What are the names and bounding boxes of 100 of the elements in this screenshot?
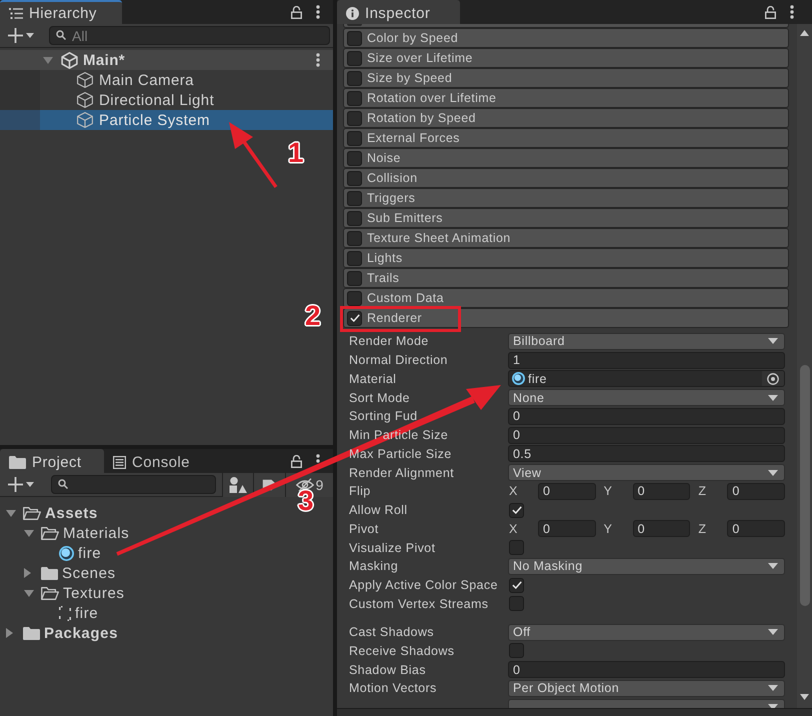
checkbox[interactable] [347, 190, 362, 206]
number-field[interactable]: 0 [508, 426, 785, 444]
module-header[interactable]: External Forces [343, 128, 789, 148]
checkbox[interactable] [347, 230, 362, 246]
number-field[interactable]: 0 [508, 408, 785, 425]
checkbox[interactable] [509, 596, 524, 612]
checkbox[interactable] [347, 130, 362, 146]
expanded-triangle-icon[interactable] [43, 56, 53, 64]
checkbox[interactable] [347, 310, 362, 326]
more-icon[interactable] [790, 5, 794, 19]
number-field[interactable]: 0 [632, 482, 690, 500]
scrollbar-thumb[interactable] [800, 365, 810, 606]
folder-icon [41, 566, 58, 580]
lock-icon[interactable] [291, 6, 302, 18]
more-icon[interactable] [316, 53, 320, 67]
tree-item[interactable]: Textures [41, 584, 124, 602]
lock-icon[interactable] [291, 454, 302, 468]
panel-tab[interactable]: Console [104, 449, 204, 473]
expanded-triangle-icon[interactable] [24, 590, 34, 596]
dropdown[interactable]: View [508, 464, 785, 482]
number-field[interactable]: 0 [538, 482, 596, 500]
tree-item[interactable]: Assets [23, 504, 98, 522]
tree-item[interactable]: fire [59, 604, 98, 622]
object-field[interactable]: fire [508, 370, 785, 388]
module-header[interactable]: Lights [343, 248, 789, 268]
object-picker-button[interactable] [762, 371, 784, 386]
tree-item[interactable]: Materials [41, 524, 130, 542]
module-header[interactable]: Renderer [343, 308, 789, 328]
collapsed-triangle-icon[interactable] [6, 628, 13, 638]
open-folder-icon [41, 586, 59, 600]
lock-icon[interactable] [765, 6, 776, 18]
number-field[interactable]: 0 [727, 520, 786, 538]
expanded-triangle-icon[interactable] [24, 530, 34, 536]
search-field[interactable] [51, 475, 216, 494]
module-header[interactable]: Sub Emitters [343, 208, 789, 228]
module-header[interactable]: Triggers [343, 188, 789, 208]
module-header[interactable]: Size over Lifetime [343, 48, 789, 68]
panel-tab[interactable]: Inspector [337, 0, 460, 24]
checkbox[interactable] [347, 50, 362, 66]
checkbox[interactable] [347, 290, 362, 306]
search-field[interactable]: All [49, 26, 330, 45]
scene-header[interactable]: Main* [0, 50, 333, 70]
number-field[interactable]: 0 [727, 482, 786, 500]
number-field[interactable]: 1 [508, 352, 785, 369]
dropdown[interactable]: No Masking [508, 558, 785, 575]
scene-name: Main* [83, 52, 126, 68]
dropdown[interactable]: Per Object Motion [508, 680, 785, 697]
number-field[interactable]: 0 [508, 661, 785, 678]
cube-icon [77, 92, 93, 108]
dotted-frame-icon [59, 606, 71, 620]
checkbox[interactable] [509, 643, 524, 658]
checkbox[interactable] [509, 578, 524, 593]
number-field[interactable]: 0 [538, 520, 596, 538]
scrollbar-track[interactable] [797, 24, 812, 708]
tree-item[interactable]: Packages [23, 624, 118, 642]
module-header[interactable]: Rotation over Lifetime [343, 88, 789, 108]
module-header[interactable]: Texture Sheet Animation [343, 228, 789, 248]
number-field[interactable]: 0.5 [508, 445, 785, 462]
collapsed-triangle-icon[interactable] [24, 568, 31, 578]
checkbox[interactable] [509, 540, 524, 556]
hierarchy-item[interactable]: Particle System [0, 110, 333, 130]
module-header[interactable]: Color by Speed [343, 28, 789, 48]
module-header[interactable]: Noise [343, 148, 789, 168]
checkbox[interactable] [347, 210, 362, 226]
caret-down-icon [768, 685, 778, 692]
expanded-triangle-icon[interactable] [6, 510, 16, 516]
add-button[interactable] [8, 474, 34, 494]
module-header[interactable]: Size by Speed [343, 68, 789, 88]
axis-label: X [508, 484, 518, 498]
scroll-up-icon[interactable] [800, 30, 809, 36]
add-button[interactable] [8, 26, 34, 46]
eye-slash-icon [296, 478, 314, 492]
panel-tab[interactable]: Project [0, 449, 104, 473]
module-header[interactable] [343, 24, 789, 28]
number-field[interactable]: 0 [632, 520, 690, 538]
dropdown[interactable]: Off [508, 624, 785, 641]
checkbox[interactable] [347, 90, 362, 106]
checkbox[interactable] [347, 270, 362, 286]
more-icon[interactable] [316, 5, 320, 19]
checkbox[interactable] [347, 110, 362, 126]
check-icon [350, 314, 360, 322]
checkbox[interactable] [509, 502, 524, 518]
checkbox[interactable] [347, 30, 362, 46]
checkbox[interactable] [347, 250, 362, 266]
dropdown[interactable]: None [508, 389, 785, 406]
module-header[interactable]: Collision [343, 168, 789, 188]
annotation-arrow [229, 122, 278, 188]
checkbox[interactable] [347, 150, 362, 166]
module-header[interactable]: Custom Data [343, 288, 789, 308]
module-header[interactable]: Rotation by Speed [343, 108, 789, 128]
tree-item[interactable]: Scenes [41, 564, 116, 582]
panel-tab[interactable]: Hierarchy [0, 0, 122, 24]
checkbox[interactable] [347, 170, 362, 186]
module-header[interactable]: Trails [343, 268, 789, 288]
scroll-down-icon[interactable] [800, 694, 809, 700]
tree-item[interactable]: fire [59, 544, 102, 562]
dropdown[interactable]: Billboard [508, 332, 785, 350]
axis-label: X [508, 522, 518, 536]
checkbox[interactable] [347, 70, 362, 86]
property-label: Pivot [349, 522, 379, 536]
